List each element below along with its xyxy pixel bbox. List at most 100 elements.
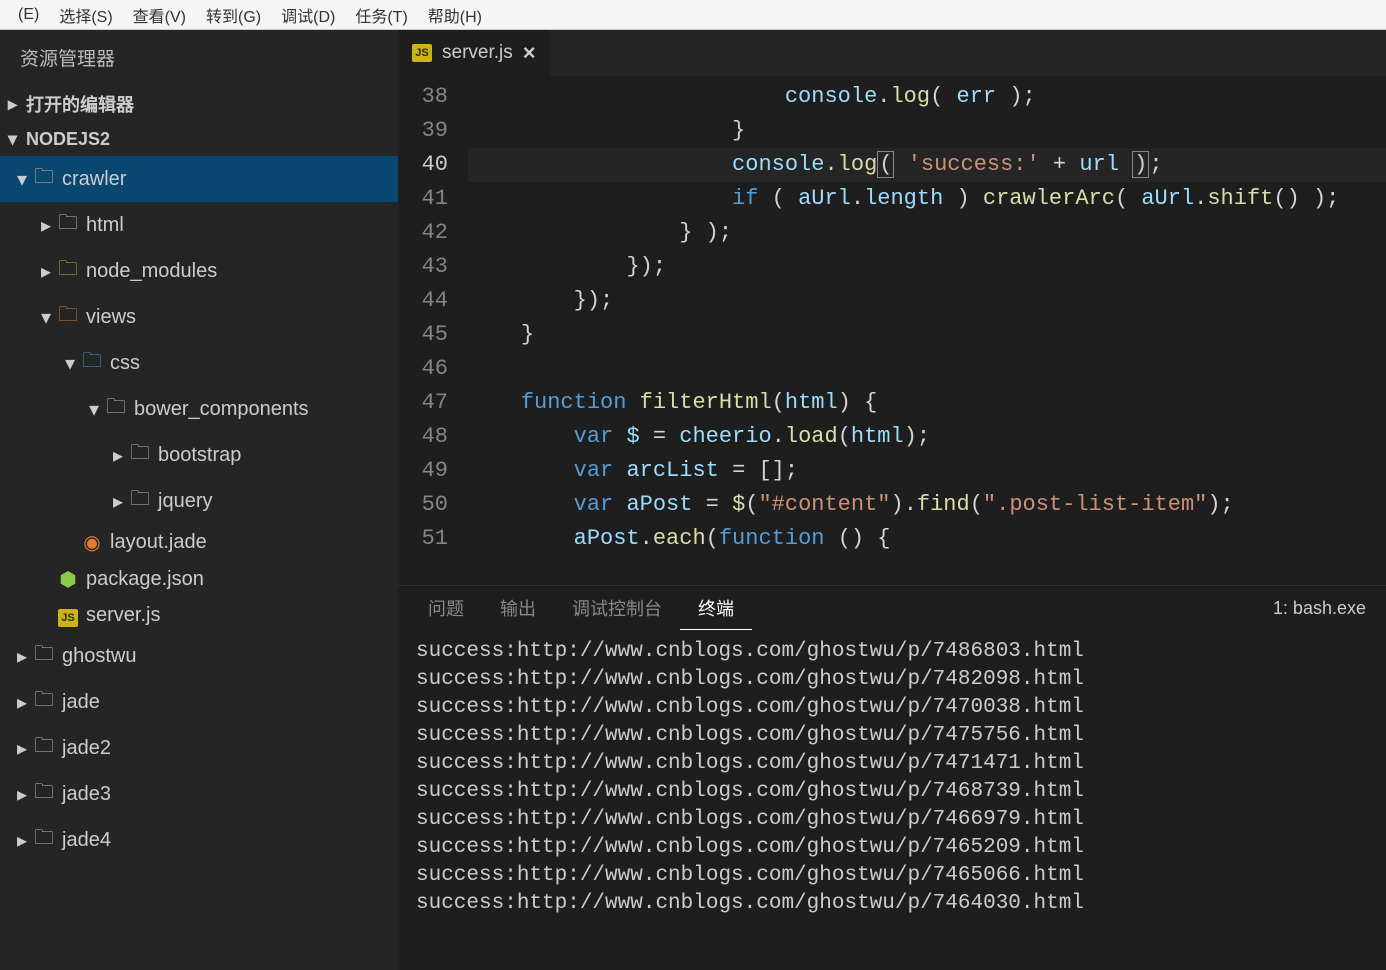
panel-tab-problems[interactable]: 问题 xyxy=(410,587,482,630)
chevron-right-icon xyxy=(12,690,32,715)
tree-folder[interactable]: 🗀html xyxy=(0,202,398,248)
tree-item-label: bootstrap xyxy=(158,444,241,467)
js-file-icon: JS xyxy=(58,609,78,627)
open-editors-header[interactable]: 打开的编辑器 xyxy=(0,85,398,123)
js-file-icon: JS xyxy=(412,44,432,62)
terminal-line: success:http://www.cnblogs.com/ghostwu/p… xyxy=(416,862,1368,890)
code-line[interactable]: if ( aUrl.length ) crawlerArc( aUrl.shif… xyxy=(468,182,1386,216)
chevron-right-icon xyxy=(108,443,128,468)
panel-tab-terminal[interactable]: 终端 xyxy=(680,587,752,630)
code-line[interactable]: }); xyxy=(468,284,1386,318)
code-editor[interactable]: 3839404142434445464748495051 console.log… xyxy=(398,76,1386,585)
tree-folder[interactable]: 🗀 jquery xyxy=(0,478,398,524)
folder-icon: 🗀 xyxy=(32,777,56,811)
code-line[interactable]: console.log( err ); xyxy=(468,80,1386,114)
code-line[interactable]: var arcList = []; xyxy=(468,454,1386,488)
tree-folder[interactable]: 🗀crawler xyxy=(0,156,398,202)
tree-folder[interactable]: 🗀 views xyxy=(0,294,398,340)
chevron-right-icon xyxy=(12,736,32,761)
tree-folder[interactable]: 🗀node_modules xyxy=(0,248,398,294)
tree-folder[interactable]: 🗀ghostwu xyxy=(0,633,398,679)
tree-item-label: views xyxy=(86,306,136,329)
editor-pane: JS server.js × 3839404142434445464748495… xyxy=(398,30,1386,970)
tree-item-label: ghostwu xyxy=(62,645,137,668)
explorer-sidebar: 资源管理器 打开的编辑器 NODEJS2 🗀crawler🗀html🗀node_… xyxy=(0,30,398,970)
line-number: 44 xyxy=(398,284,448,318)
code-line[interactable]: aPost.each(function () { xyxy=(468,522,1386,556)
line-number: 47 xyxy=(398,386,448,420)
menu-item[interactable]: (E) xyxy=(8,6,49,24)
folder-icon: 🗀 xyxy=(56,300,80,334)
folder-icon: 🗀 xyxy=(32,685,56,719)
code-line[interactable] xyxy=(468,352,1386,386)
tree-file[interactable]: ◉layout.jade xyxy=(0,524,398,561)
code-lines[interactable]: console.log( err ); } console.log( 'succ… xyxy=(468,76,1386,585)
code-line[interactable]: }); xyxy=(468,250,1386,284)
tree-folder[interactable]: 🗀 jade3 xyxy=(0,771,398,817)
tree-file[interactable]: ⬢package.json xyxy=(0,561,398,598)
json-file-icon: ⬢ xyxy=(56,567,80,592)
tree-folder[interactable]: 🗀jade xyxy=(0,679,398,725)
code-line[interactable]: console.log( 'success:' + url ); xyxy=(468,148,1386,182)
menu-item[interactable]: 任务(T) xyxy=(345,3,417,27)
code-line[interactable]: } xyxy=(468,114,1386,148)
code-line[interactable]: function filterHtml(html) { xyxy=(468,386,1386,420)
line-number: 46 xyxy=(398,352,448,386)
folder-icon: 🗀 xyxy=(104,392,128,426)
chevron-right-icon xyxy=(12,644,32,669)
project-header[interactable]: NODEJS2 xyxy=(0,123,398,156)
folder-icon: 🗀 xyxy=(32,823,56,857)
line-number: 38 xyxy=(398,80,448,114)
code-line[interactable]: var aPost = $("#content").find(".post-li… xyxy=(468,488,1386,522)
code-line[interactable]: var $ = cheerio.load(html); xyxy=(468,420,1386,454)
bottom-panel: 问题 输出 调试控制台 终端 1: bash.exe success:http:… xyxy=(398,585,1386,970)
menubar: (E) 选择(S) 查看(V) 转到(G) 调试(D) 任务(T) 帮助(H) xyxy=(0,0,1386,30)
tree-item-label: jade3 xyxy=(62,783,111,806)
chevron-down-icon xyxy=(8,129,26,150)
tree-file[interactable]: JSserver.js xyxy=(0,598,398,633)
editor-tabs: JS server.js × xyxy=(398,30,1386,76)
panel-tab-output[interactable]: 输出 xyxy=(482,587,554,630)
tree-folder[interactable]: 🗀 jade4 xyxy=(0,817,398,863)
terminal-line: success:http://www.cnblogs.com/ghostwu/p… xyxy=(416,694,1368,722)
code-line[interactable]: } ); xyxy=(468,216,1386,250)
folder-icon: 🗀 xyxy=(128,438,152,472)
line-gutter: 3839404142434445464748495051 xyxy=(398,76,468,585)
terminal-line: success:http://www.cnblogs.com/ghostwu/p… xyxy=(416,666,1368,694)
chevron-right-icon xyxy=(36,259,56,284)
chevron-down-icon xyxy=(60,351,80,376)
code-line[interactable]: } xyxy=(468,318,1386,352)
folder-icon: 🗀 xyxy=(32,162,56,196)
tree-item-label: jade4 xyxy=(62,829,111,852)
menu-item[interactable]: 转到(G) xyxy=(196,3,271,27)
menu-item[interactable]: 查看(V) xyxy=(123,3,196,27)
tree-folder[interactable]: 🗀bower_components xyxy=(0,386,398,432)
tree-item-label: jquery xyxy=(158,490,212,513)
tree-folder[interactable]: 🗀jade2 xyxy=(0,725,398,771)
file-tree[interactable]: 🗀crawler🗀html🗀node_modules🗀views🗀css🗀bow… xyxy=(0,156,398,970)
chevron-right-icon xyxy=(12,828,32,853)
terminal-line: success:http://www.cnblogs.com/ghostwu/p… xyxy=(416,638,1368,666)
tree-item-label: jade2 xyxy=(62,737,111,760)
tree-folder[interactable]: 🗀 bootstrap xyxy=(0,432,398,478)
open-editors-label: 打开的编辑器 xyxy=(26,91,134,117)
close-icon[interactable]: × xyxy=(523,40,536,66)
terminal-line: success:http://www.cnblogs.com/ghostwu/p… xyxy=(416,806,1368,834)
menu-item[interactable]: 帮助(H) xyxy=(418,3,492,27)
terminal-output[interactable]: success:http://www.cnblogs.com/ghostwu/p… xyxy=(398,630,1386,970)
editor-tab[interactable]: JS server.js × xyxy=(398,30,550,76)
tree-folder[interactable]: 🗀css xyxy=(0,340,398,386)
jade-file-icon: ◉ xyxy=(80,530,104,555)
menu-item[interactable]: 调试(D) xyxy=(271,3,345,27)
explorer-title: 资源管理器 xyxy=(0,30,398,85)
chevron-down-icon xyxy=(84,397,104,422)
terminal-selector[interactable]: 1: bash.exe xyxy=(1273,598,1374,619)
line-number: 48 xyxy=(398,420,448,454)
folder-icon: 🗀 xyxy=(128,484,152,518)
panel-tab-debug[interactable]: 调试控制台 xyxy=(554,587,680,630)
line-number: 49 xyxy=(398,454,448,488)
tree-item-label: html xyxy=(86,214,124,237)
line-number: 45 xyxy=(398,318,448,352)
line-number: 39 xyxy=(398,114,448,148)
menu-item[interactable]: 选择(S) xyxy=(49,3,122,27)
